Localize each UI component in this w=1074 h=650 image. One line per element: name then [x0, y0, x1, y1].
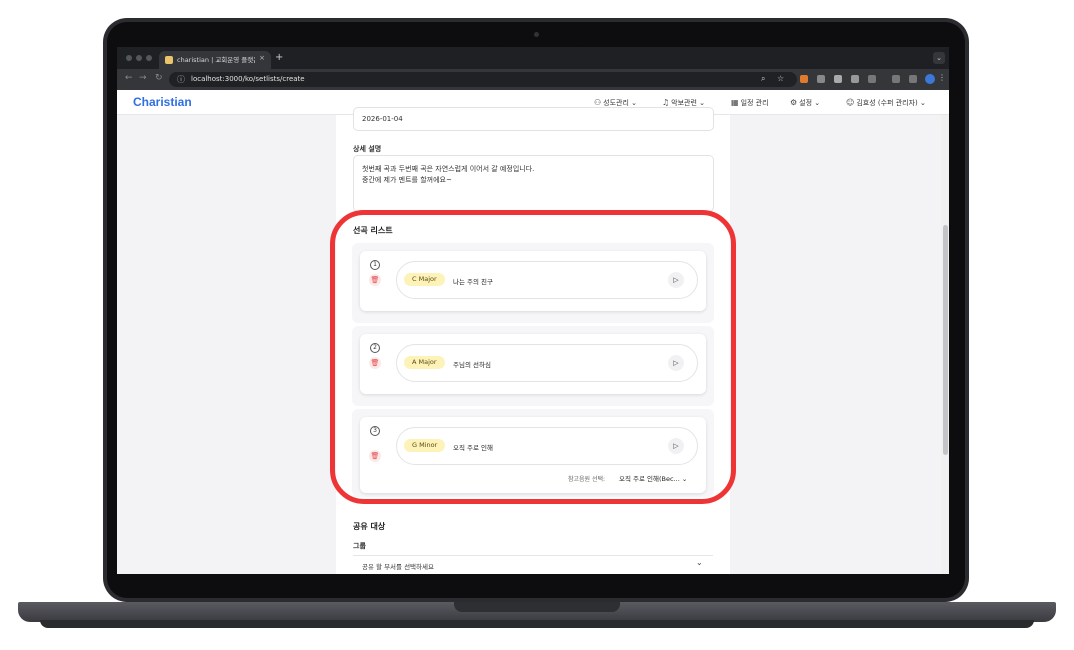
nav-user-menu[interactable]: ☺ 김효성 (수퍼 관리자) ⌄ [846, 98, 926, 108]
favicon-icon [165, 56, 173, 64]
play-icon[interactable]: ▷ [668, 272, 684, 288]
song-title: 오직 주로 인해 [453, 444, 494, 452]
nav-settings[interactable]: ⚙ 설정 ⌄ [790, 98, 820, 108]
back-icon[interactable]: ← [125, 73, 133, 83]
nav-schedule-label: 일정 관리 [740, 99, 769, 107]
date-value: 2026-01-04 [362, 115, 403, 123]
song-list-title: 선곡 리스트 [353, 226, 393, 235]
share-title: 공유 대상 [353, 522, 386, 531]
trash-icon[interactable]: 🗑 [369, 357, 381, 369]
extension-icon[interactable] [834, 75, 842, 83]
eyedropper-icon[interactable] [851, 75, 859, 83]
screen: charistian | 교회운영 플랫폼 플랫 × + ⌄ ← → ↻ ⓘ l… [117, 47, 949, 574]
group-select-placeholder: 공유 할 부서를 선택하세요 [362, 563, 434, 571]
sheet-music-icon: ♫ [662, 98, 670, 107]
description-line-2: 중간에 제가 멘트를 할꺼에요~ [362, 176, 452, 184]
trash-icon[interactable]: 🗑 [369, 450, 381, 462]
group-label: 그룹 [353, 542, 366, 550]
new-tab-button[interactable]: + [275, 52, 283, 63]
nav-user-label: 김효성 (수퍼 관리자) [856, 99, 918, 107]
forward-icon[interactable]: → [139, 73, 147, 83]
nav-schedule[interactable]: ▦ 일정 관리 [731, 98, 769, 108]
tab-search-icon[interactable]: ⌄ [933, 52, 945, 64]
song-number-badge: 1 [370, 260, 380, 270]
reference-audio-value: 오직 주로 인해(Bec... [619, 475, 680, 483]
laptop-base-groove [454, 602, 620, 612]
nav-sheet-music-label: 악보관련 [671, 99, 697, 107]
chevron-down-icon: ⌄ [681, 475, 688, 483]
date-field[interactable] [353, 107, 714, 131]
browser-tabstrip: charistian | 교회운영 플랫폼 플랫 × + ⌄ [117, 47, 949, 69]
puzzle-icon[interactable] [868, 75, 876, 83]
scroll-thumb[interactable] [943, 225, 948, 455]
site-info-icon[interactable]: ⓘ [177, 74, 185, 85]
reload-icon[interactable]: ↻ [155, 73, 163, 83]
tab-title: charistian | 교회운영 플랫폼 플랫 [177, 56, 255, 64]
people-icon: ⚇ [594, 98, 602, 107]
more-menu-icon[interactable]: ⋮ [938, 73, 946, 82]
window-minimize-button[interactable] [136, 55, 142, 61]
reference-audio-label: 참고음원 선택: [568, 476, 606, 483]
app-logo[interactable]: Charistian [133, 95, 192, 109]
bookmark-star-icon[interactable]: ☆ [777, 74, 784, 83]
extension-icon[interactable] [800, 75, 808, 83]
song-title: 나는 주의 친구 [453, 278, 494, 286]
description-line-1: 첫번째 곡과 두번째 곡은 자연스럽게 이어서 갈 예정입니다. [362, 165, 535, 173]
url-text: localhost:3000/ko/setlists/create [191, 75, 305, 83]
key-chip: G Minor [404, 439, 446, 452]
song-number-badge: 3 [370, 426, 380, 436]
chevron-down-icon: ⌄ [696, 558, 703, 567]
tab-close-icon[interactable]: × [259, 54, 265, 62]
camera-icon [534, 32, 539, 37]
window-zoom-button[interactable] [146, 55, 152, 61]
key-chip: C Major [404, 273, 445, 286]
sidebar-icon[interactable] [909, 75, 917, 83]
play-icon[interactable]: ▷ [668, 438, 684, 454]
extension-icon[interactable] [817, 75, 825, 83]
song-number-badge: 2 [370, 343, 380, 353]
key-chip: A Major [404, 356, 445, 369]
nav-members-label: 성도관리 [603, 99, 629, 107]
description-label: 상세 설명 [353, 145, 382, 153]
gear-icon: ⚙ [790, 98, 798, 107]
zoom-icon[interactable]: ⌕ [761, 74, 765, 84]
address-bar[interactable]: ⓘ localhost:3000/ko/setlists/create ⌕ ☆ [169, 72, 797, 87]
play-icon[interactable]: ▷ [668, 355, 684, 371]
song-title: 주님의 선하심 [453, 361, 491, 369]
calendar-icon: ▦ [731, 98, 739, 107]
reference-audio-select[interactable]: 오직 주로 인해(Bec... ⌄ [619, 473, 687, 483]
user-icon: ☺ [846, 98, 855, 107]
laptop-base-shadow [40, 620, 1034, 628]
browser-toolbar: ← → ↻ ⓘ localhost:3000/ko/setlists/creat… [117, 69, 949, 90]
page-scrollbar[interactable] [941, 115, 949, 574]
window-close-button[interactable] [126, 55, 132, 61]
download-icon[interactable] [892, 75, 900, 83]
trash-icon[interactable]: 🗑 [369, 274, 381, 286]
browser-tab[interactable]: charistian | 교회운영 플랫폼 플랫 × [159, 51, 271, 69]
nav-settings-label: 설정 [799, 99, 813, 107]
profile-avatar[interactable] [925, 74, 935, 84]
